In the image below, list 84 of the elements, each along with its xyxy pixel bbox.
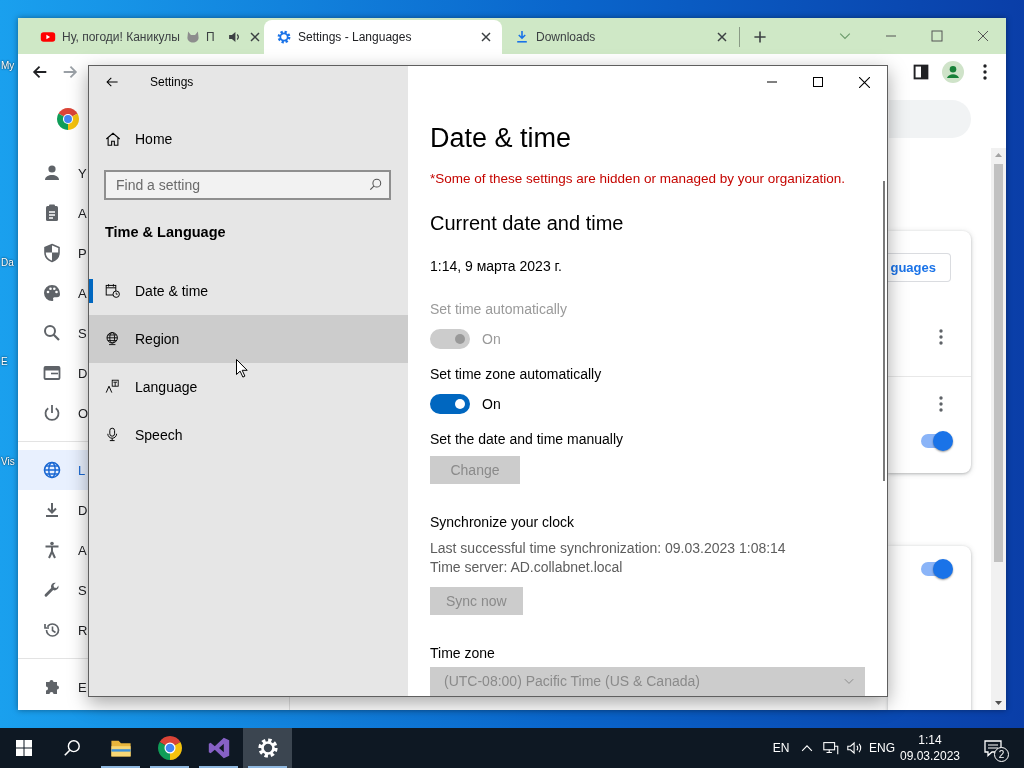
- network-icon[interactable]: [822, 739, 840, 757]
- avatar-icon[interactable]: [942, 61, 964, 83]
- page-title: Date & time: [430, 122, 572, 155]
- gear-icon: [276, 29, 292, 45]
- back-arrow-icon[interactable]: [105, 75, 119, 89]
- maximize-icon[interactable]: [813, 77, 823, 87]
- scrollbar[interactable]: [991, 148, 1006, 710]
- back-arrow-icon[interactable]: [31, 63, 49, 81]
- sidebar-item[interactable]: L: [18, 450, 88, 490]
- forward-arrow-icon[interactable]: [61, 63, 79, 81]
- browser-logo-icon: [57, 108, 79, 130]
- sidebar-item[interactable]: P: [18, 233, 88, 273]
- toggle-switch[interactable]: [430, 394, 470, 414]
- nav-item[interactable]: Speech: [89, 411, 408, 459]
- nav-item[interactable]: Region: [89, 315, 408, 363]
- browser-window-icon: [42, 363, 62, 383]
- setting-label: Set time zone automatically: [430, 365, 602, 384]
- video-play-icon: [40, 29, 56, 45]
- notification-count-badge: 2: [994, 747, 1009, 762]
- section-heading: Time & Language: [104, 223, 226, 242]
- setting-label: Set time automatically: [430, 300, 567, 319]
- sidebar-item[interactable]: E: [18, 667, 88, 707]
- kebab-menu-icon[interactable]: [939, 329, 943, 345]
- taskbar-clock[interactable]: 1:14 09.03.2023: [897, 728, 963, 768]
- search-icon: [63, 739, 81, 757]
- globe-icon: [105, 331, 121, 347]
- browser-tab[interactable]: Downloads: [502, 20, 738, 54]
- plus-icon[interactable]: [752, 29, 768, 45]
- managed-notice: *Some of these settings are hidden or managed by your organization.: [430, 170, 845, 188]
- sidebar-item[interactable]: Y: [18, 153, 88, 193]
- sidebar-item[interactable]: R: [18, 610, 88, 650]
- gear-icon: [255, 736, 280, 760]
- sync-info-text: Last successful time synchronization: 09.03.2023 1:08:14: [430, 538, 786, 558]
- current-date-time: 1:14, 9 марта 2023 г.: [430, 257, 562, 276]
- search-field[interactable]: Find a setting: [104, 170, 391, 200]
- sidebar-item[interactable]: S: [18, 570, 88, 610]
- setting-label: Set the date and time manually: [430, 430, 623, 449]
- setting-label: Synchronize your clock: [430, 512, 574, 532]
- setting-label: Time zone: [430, 643, 495, 663]
- sidebar-item[interactable]: D: [18, 490, 88, 530]
- mouse-cursor-icon: [236, 359, 248, 378]
- side-panel-icon[interactable]: [913, 64, 929, 80]
- close-icon[interactable]: [858, 76, 870, 88]
- toggle-switch[interactable]: [919, 431, 953, 451]
- sidebar-item[interactable]: A: [18, 273, 88, 313]
- sidebar-item[interactable]: S: [18, 313, 88, 353]
- notification-icon[interactable]: [983, 738, 1003, 758]
- browser-logo-icon: [157, 736, 182, 760]
- globe-icon: [42, 460, 62, 480]
- language-indicator[interactable]: ENG: [867, 728, 897, 768]
- search-icon: [369, 178, 382, 191]
- power-icon: [42, 403, 62, 423]
- add-languages-button[interactable]: guages: [888, 253, 951, 282]
- download-icon: [514, 29, 530, 45]
- toggle-switch[interactable]: [919, 559, 953, 579]
- windows-logo-icon: [16, 740, 32, 756]
- sync-info-text: Time server: AD.collabnet.local: [430, 557, 623, 577]
- toggle-state-label: On: [482, 331, 501, 347]
- shield-icon: [42, 243, 62, 263]
- toggle-state-label: On: [482, 396, 501, 412]
- person-icon: [42, 163, 62, 183]
- browser-tab[interactable]: Settings - Languages: [264, 20, 502, 54]
- animal-head-icon: [185, 30, 200, 44]
- app-logo-icon: [206, 736, 231, 760]
- sidebar-item[interactable]: A: [18, 193, 88, 233]
- sidebar-item[interactable]: D: [18, 353, 88, 393]
- history-icon: [42, 620, 62, 640]
- search-icon: [42, 323, 62, 343]
- section-heading: Current date and time: [430, 211, 624, 236]
- browser-tab[interactable]: Ну, погоди! Каникулы П: [28, 20, 264, 54]
- sidebar-item[interactable]: A: [18, 530, 88, 570]
- input-indicator[interactable]: EN: [767, 728, 795, 768]
- volume-icon[interactable]: [846, 739, 864, 757]
- kebab-menu-icon[interactable]: [939, 396, 943, 412]
- window-title: Settings: [150, 75, 194, 89]
- calendar-clock-icon: [105, 283, 121, 299]
- home-link[interactable]: Home: [89, 115, 408, 163]
- kebab-menu-icon[interactable]: [983, 64, 987, 80]
- taskbar-app-button[interactable]: [243, 728, 292, 768]
- home-icon: [105, 131, 121, 147]
- sidebar-item[interactable]: O: [18, 393, 88, 433]
- palette-icon: [42, 283, 62, 303]
- nav-item[interactable]: Language: [89, 363, 408, 411]
- translate-icon: [105, 379, 121, 395]
